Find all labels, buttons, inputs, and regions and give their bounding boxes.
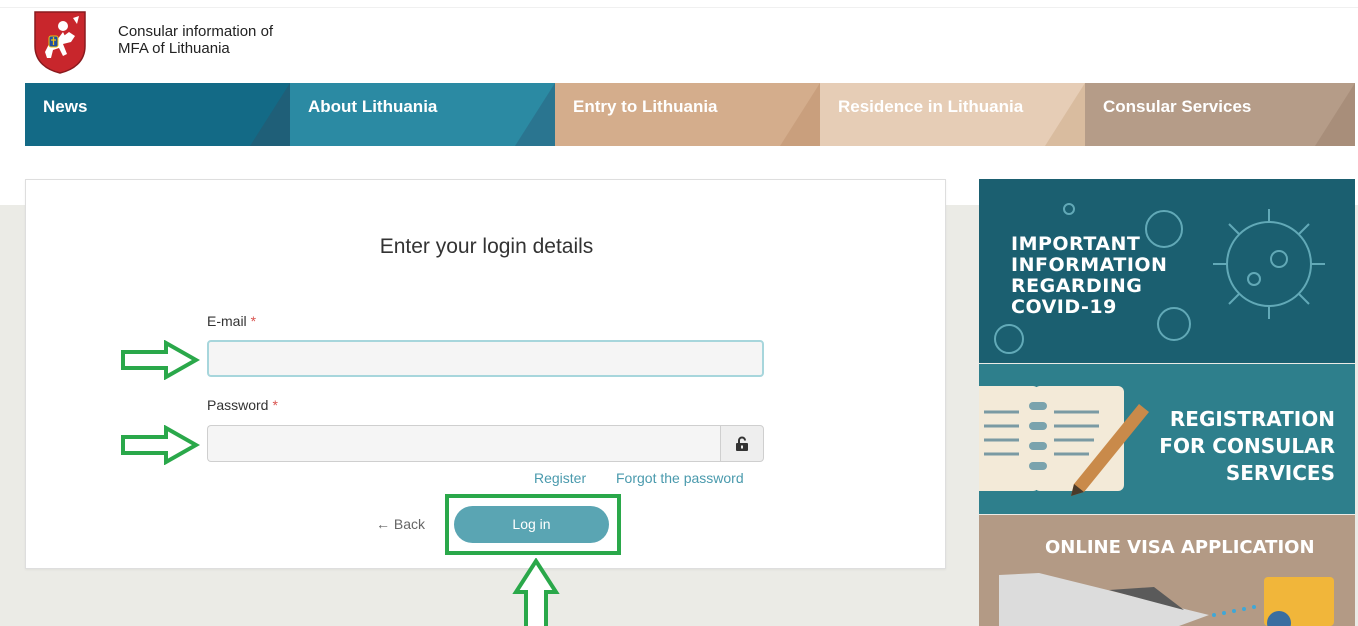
password-label: Password *: [207, 397, 278, 413]
show-password-button[interactable]: [720, 425, 764, 462]
arrow-right-icon: [121, 425, 200, 465]
nav-divider: [1045, 83, 1085, 146]
login-button[interactable]: Log in: [454, 506, 609, 543]
site-title-line1: Consular information of: [118, 23, 274, 40]
top-strip: [0, 0, 1358, 8]
nav-item-label: Residence in Lithuania: [838, 97, 1024, 116]
reg-line2: FOR CONSULAR: [1159, 434, 1335, 458]
arrow-up-icon: [512, 558, 560, 626]
lithuania-coat-of-arms-icon[interactable]: [33, 10, 87, 74]
nav-divider: [780, 83, 820, 146]
nav-item-label: About Lithuania: [308, 97, 438, 116]
required-marker: *: [250, 313, 257, 329]
nav-item-residence-in-lithuania[interactable]: Residence in Lithuania: [820, 83, 1085, 146]
arrow-right-icon: [121, 340, 200, 380]
airplane-icon: [999, 573, 1334, 626]
password-label-text: Password: [207, 397, 269, 413]
nav-item-about-lithuania[interactable]: About Lithuania: [290, 83, 555, 146]
nav-divider: [1315, 83, 1355, 146]
covid-line3: REGARDING: [1011, 275, 1143, 297]
covid-line1: IMPORTANT: [1011, 233, 1141, 255]
covid-banner-text: IMPORTANT INFORMATION REGARDING COVID-19: [1011, 234, 1167, 318]
back-link[interactable]: ← Back: [376, 516, 425, 532]
reg-line3: SERVICES: [1225, 461, 1335, 485]
email-field[interactable]: [207, 340, 764, 377]
nav-item-label: Consular Services: [1103, 97, 1252, 116]
covid-line4: COVID-19: [1011, 296, 1117, 318]
required-marker: *: [272, 397, 278, 413]
site-header: Consular information of MFA of Lithuania: [25, 8, 625, 78]
email-label: E-mail *: [207, 313, 256, 329]
password-field[interactable]: [207, 425, 720, 462]
main-nav: News About Lithuania Entry to Lithuania …: [25, 83, 1355, 146]
nav-item-consular-services[interactable]: Consular Services: [1085, 83, 1355, 146]
nav-divider: [250, 83, 290, 146]
registration-banner-text: REGISTRATION FOR CONSULAR SERVICES: [1159, 406, 1335, 487]
covid-info-banner[interactable]: IMPORTANT INFORMATION REGARDING COVID-19: [979, 179, 1355, 363]
nav-item-entry-to-lithuania[interactable]: Entry to Lithuania: [555, 83, 820, 146]
online-visa-banner[interactable]: ONLINE VISA APPLICATION: [979, 515, 1355, 626]
nav-item-news[interactable]: News: [25, 83, 290, 146]
consular-registration-banner[interactable]: REGISTRATION FOR CONSULAR SERVICES: [979, 364, 1355, 514]
nav-item-label: Entry to Lithuania: [573, 97, 718, 116]
email-label-text: E-mail: [207, 313, 247, 329]
unlock-icon: [736, 436, 748, 451]
forgot-password-link[interactable]: Forgot the password: [616, 470, 744, 486]
notebook-pencil-icon: [979, 386, 1149, 496]
nav-divider: [515, 83, 555, 146]
reg-line1: REGISTRATION: [1169, 407, 1335, 431]
register-link[interactable]: Register: [534, 470, 586, 486]
login-title: Enter your login details: [379, 235, 594, 258]
nav-item-label: News: [43, 97, 88, 116]
site-title: Consular information of MFA of Lithuania: [118, 23, 273, 57]
covid-line2: INFORMATION: [1011, 254, 1168, 276]
site-title-line2: MFA of Lithuania: [118, 40, 230, 57]
